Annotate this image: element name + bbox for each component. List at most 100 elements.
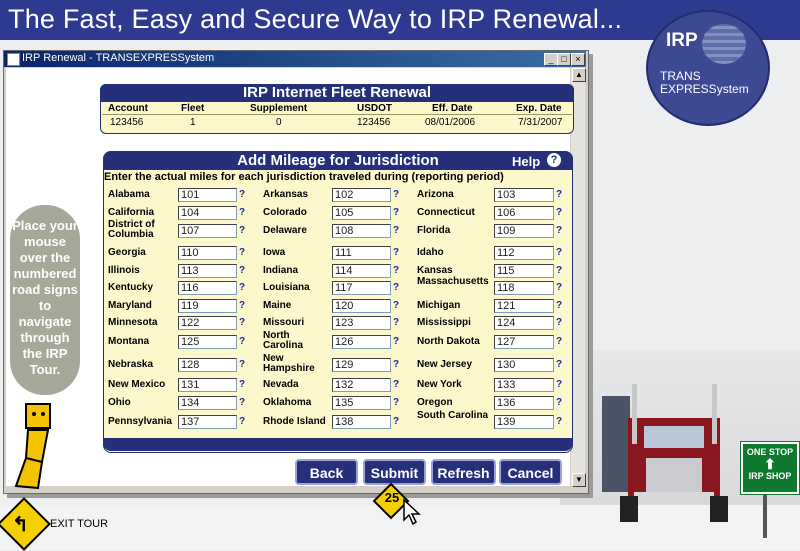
help-question-icon[interactable]: ? xyxy=(239,247,245,258)
miles-input[interactable]: 108 xyxy=(332,224,391,238)
help-question-icon[interactable]: ? xyxy=(393,247,399,258)
close-button[interactable]: × xyxy=(571,53,585,66)
help-question-icon[interactable]: ? xyxy=(239,189,245,200)
miles-input[interactable]: 110 xyxy=(178,246,237,260)
miles-input[interactable]: 137 xyxy=(178,415,237,429)
help-link[interactable]: Help xyxy=(512,154,540,169)
miles-input[interactable]: 133 xyxy=(494,378,554,392)
miles-input[interactable]: 120 xyxy=(332,299,391,313)
help-question-icon[interactable]: ? xyxy=(239,265,245,276)
help-question-icon[interactable]: ? xyxy=(556,359,562,370)
submit-button[interactable]: Submit xyxy=(363,459,426,485)
help-question-icon[interactable]: ? xyxy=(393,300,399,311)
help-question-icon[interactable]: ? xyxy=(556,189,562,200)
help-question-icon[interactable]: ? xyxy=(239,416,245,427)
jurisdiction-label: Kentucky xyxy=(108,282,154,293)
miles-input[interactable]: 124 xyxy=(494,316,554,330)
jurisdiction-label: Louisiana xyxy=(263,282,310,293)
turn-arrow-icon[interactable]: ↰ xyxy=(12,512,29,537)
miles-input[interactable]: 102 xyxy=(332,188,391,202)
jurisdiction-label: Colorado xyxy=(263,207,307,218)
minimize-button[interactable]: _ xyxy=(544,53,558,66)
help-question-icon[interactable]: ? xyxy=(239,397,245,408)
miles-input[interactable]: 103 xyxy=(494,188,554,202)
help-question-icon[interactable]: ? xyxy=(556,336,562,347)
back-button[interactable]: Back xyxy=(295,459,358,485)
miles-input[interactable]: 134 xyxy=(178,396,237,410)
help-question-icon[interactable]: ? xyxy=(556,397,562,408)
help-question-icon[interactable]: ? xyxy=(393,207,399,218)
miles-input[interactable]: 128 xyxy=(178,358,237,372)
miles-input[interactable]: 106 xyxy=(494,206,554,220)
help-question-icon[interactable]: ? xyxy=(393,189,399,200)
help-question-icon[interactable]: ? xyxy=(556,225,562,236)
help-question-icon[interactable]: ? xyxy=(239,359,245,370)
miles-input[interactable]: 111 xyxy=(332,246,391,260)
fleet-header-supplement: Supplement xyxy=(250,103,308,114)
miles-input[interactable]: 105 xyxy=(332,206,391,220)
miles-input[interactable]: 129 xyxy=(332,358,391,372)
miles-input[interactable]: 126 xyxy=(332,335,391,349)
help-question-icon[interactable]: ? xyxy=(393,225,399,236)
help-question-icon[interactable]: ? xyxy=(556,416,562,427)
help-question-icon[interactable]: ? xyxy=(556,207,562,218)
miles-input[interactable]: 121 xyxy=(494,299,554,313)
exit-tour-label[interactable]: EXIT TOUR xyxy=(50,518,108,530)
cancel-button[interactable]: Cancel xyxy=(499,459,562,485)
help-question-icon[interactable]: ? xyxy=(239,225,245,236)
help-question-icon[interactable]: ? xyxy=(556,282,562,293)
help-question-icon[interactable]: ? xyxy=(393,317,399,328)
miles-input[interactable]: 114 xyxy=(332,264,391,278)
help-question-icon[interactable]: ? xyxy=(393,416,399,427)
miles-input[interactable]: 115 xyxy=(494,264,554,278)
help-question-icon[interactable]: ? xyxy=(393,397,399,408)
tour-bubble-text: Place your mouse over the numbered road … xyxy=(12,218,78,377)
maximize-button[interactable]: □ xyxy=(557,53,571,66)
miles-input[interactable]: 123 xyxy=(332,316,391,330)
miles-input[interactable]: 122 xyxy=(178,316,237,330)
help-question-icon[interactable]: ? xyxy=(556,379,562,390)
miles-input[interactable]: 112 xyxy=(494,246,554,260)
miles-input[interactable]: 113 xyxy=(178,264,237,278)
jurisdiction-label: Florida xyxy=(417,225,451,236)
miles-input[interactable]: 139 xyxy=(494,415,554,429)
help-question-icon[interactable]: ? xyxy=(239,336,245,347)
miles-input[interactable]: 118 xyxy=(494,281,554,295)
help-question-icon[interactable]: ? xyxy=(393,336,399,347)
miles-input[interactable]: 125 xyxy=(178,335,237,349)
miles-input[interactable]: 136 xyxy=(494,396,554,410)
scroll-up-icon[interactable]: ▲ xyxy=(572,68,586,82)
miles-input[interactable]: 101 xyxy=(178,188,237,202)
help-question-icon[interactable]: ? xyxy=(239,379,245,390)
help-question-icon[interactable]: ? xyxy=(393,265,399,276)
miles-input[interactable]: 127 xyxy=(494,335,554,349)
help-question-icon[interactable]: ? xyxy=(239,282,245,293)
miles-input[interactable]: 117 xyxy=(332,281,391,295)
help-question-icon[interactable]: ? xyxy=(239,207,245,218)
help-question-icon[interactable]: ? xyxy=(393,359,399,370)
jurisdiction-label: Alabama xyxy=(108,189,150,200)
help-icon[interactable]: ? xyxy=(547,153,561,167)
help-question-icon[interactable]: ? xyxy=(393,379,399,390)
miles-input[interactable]: 130 xyxy=(494,358,554,372)
miles-input[interactable]: 135 xyxy=(332,396,391,410)
scroll-down-icon[interactable]: ▼ xyxy=(572,473,586,487)
miles-input[interactable]: 138 xyxy=(332,415,391,429)
jurisdiction-label: California xyxy=(108,207,155,218)
help-question-icon[interactable]: ? xyxy=(556,265,562,276)
help-question-icon[interactable]: ? xyxy=(556,300,562,311)
help-question-icon[interactable]: ? xyxy=(393,282,399,293)
help-question-icon[interactable]: ? xyxy=(556,317,562,328)
miles-input[interactable]: 131 xyxy=(178,378,237,392)
miles-input[interactable]: 109 xyxy=(494,224,554,238)
miles-input[interactable]: 116 xyxy=(178,281,237,295)
miles-input[interactable]: 132 xyxy=(332,378,391,392)
help-question-icon[interactable]: ? xyxy=(239,317,245,328)
miles-input[interactable]: 107 xyxy=(178,224,237,238)
refresh-button[interactable]: Refresh xyxy=(431,459,496,485)
help-question-icon[interactable]: ? xyxy=(556,247,562,258)
miles-input[interactable]: 119 xyxy=(178,299,237,313)
mascot-legs xyxy=(14,456,44,490)
help-question-icon[interactable]: ? xyxy=(239,300,245,311)
miles-input[interactable]: 104 xyxy=(178,206,237,220)
